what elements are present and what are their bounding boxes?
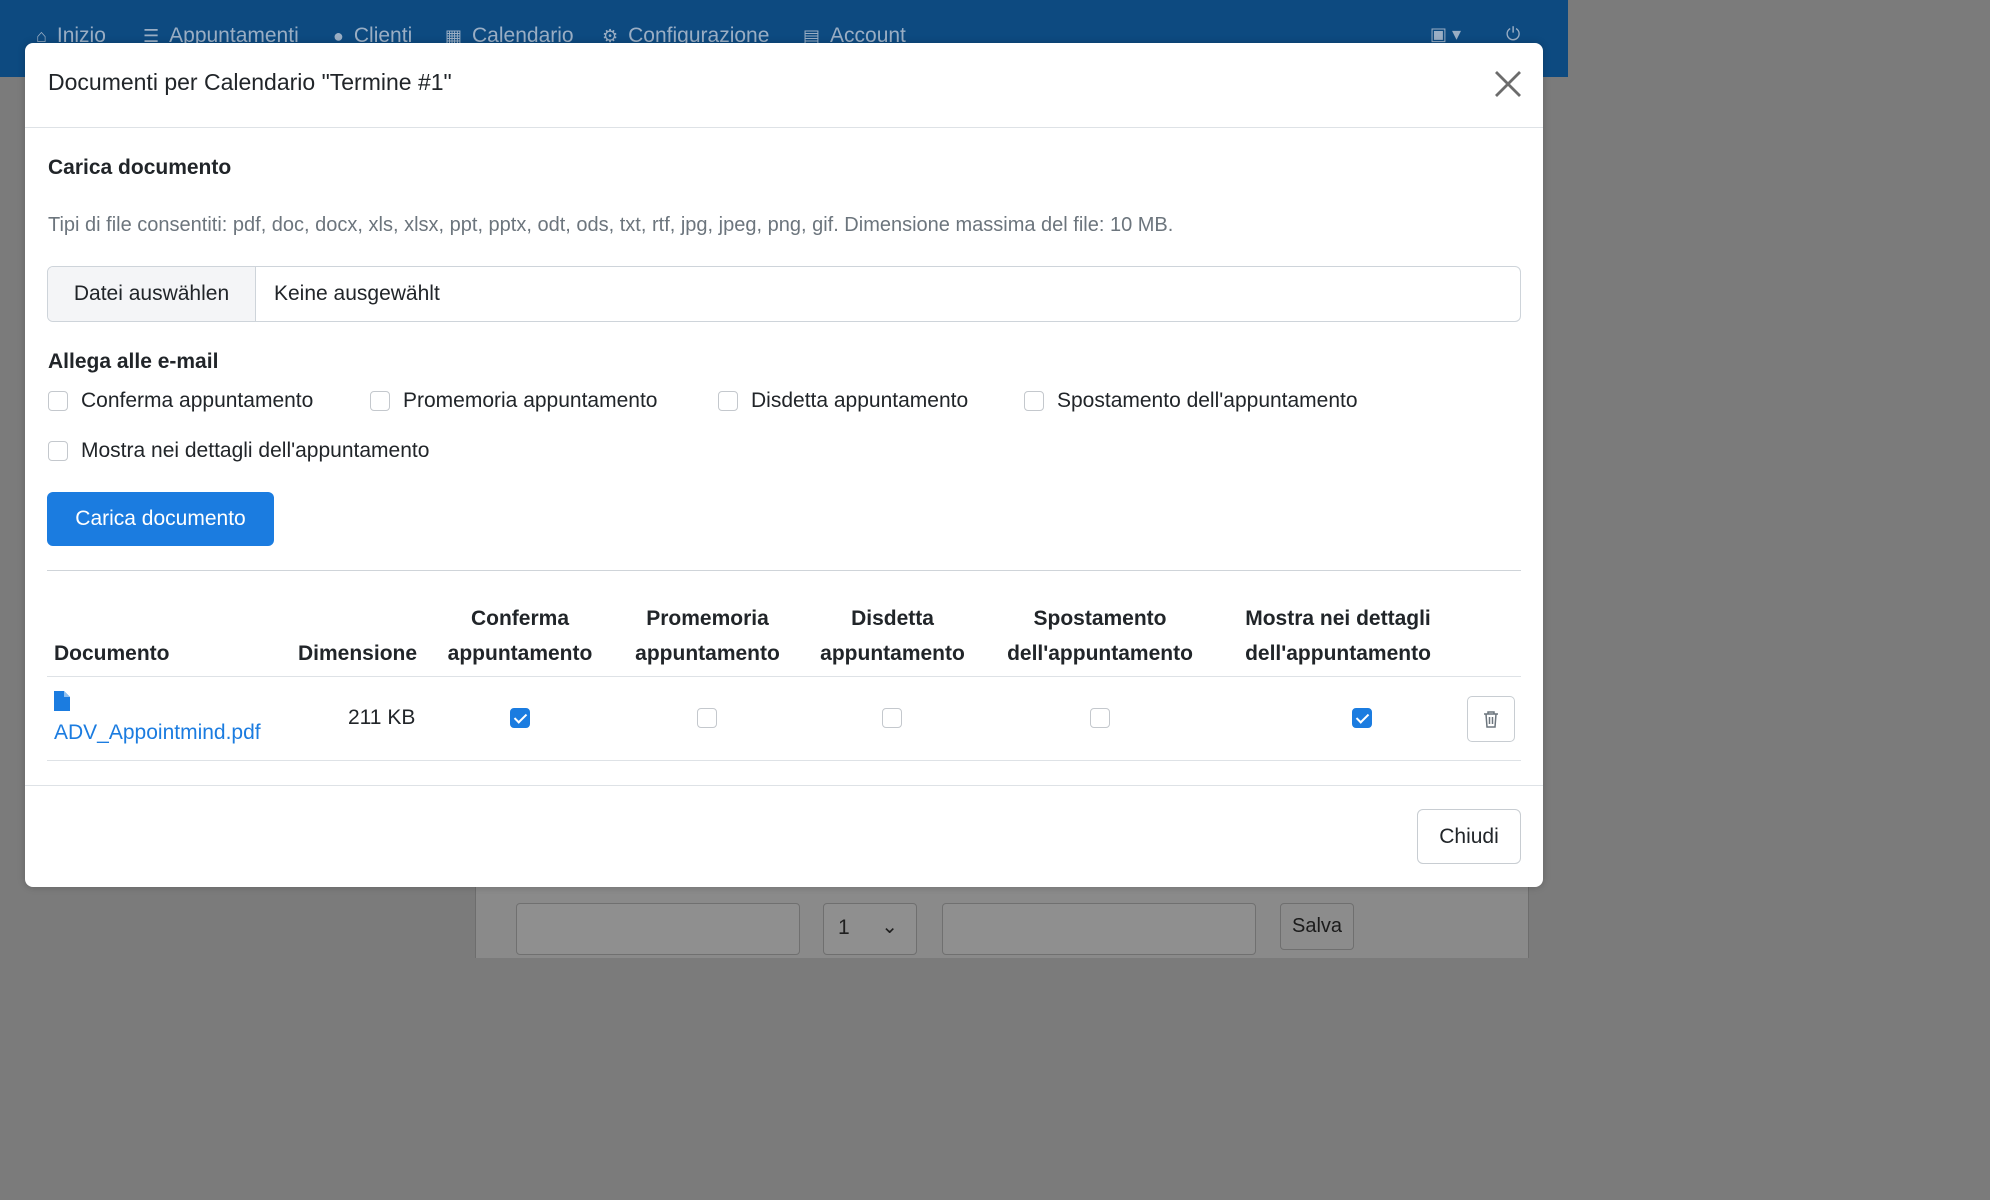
background-save-button[interactable]: Salva (1280, 903, 1354, 950)
option-disdetta[interactable]: Disdetta appuntamento (718, 389, 968, 413)
checkbox[interactable] (48, 391, 68, 411)
delete-document-button[interactable] (1467, 696, 1515, 742)
file-input[interactable]: Datei auswählen Keine ausgewählt (47, 266, 1521, 322)
file-input-value: Keine ausgewählt (274, 282, 440, 305)
upload-document-button[interactable]: Carica documento (47, 492, 274, 546)
documents-modal: Documenti per Calendario "Termine #1" Ca… (25, 43, 1543, 887)
header-mostra-dettagli: Mostra nei dettagli dell'appuntamento (1245, 607, 1431, 665)
section-divider (47, 570, 1521, 571)
document-size: 211 KB (348, 706, 416, 729)
translate-icon: ▣ ▾ (1430, 24, 1462, 44)
option-conferma[interactable]: Conferma appuntamento (48, 389, 313, 413)
checkbox[interactable] (48, 441, 68, 461)
checkbox[interactable] (370, 391, 390, 411)
row-checkbox-conferma[interactable] (510, 708, 530, 728)
row-checkbox-disdetta[interactable] (882, 708, 902, 728)
header-documento: Documento (54, 642, 170, 665)
logout-button[interactable]: ⏻ (1506, 24, 1520, 45)
chevron-down-icon: ⌄ (881, 916, 898, 938)
option-mostra-dettagli[interactable]: Mostra nei dettagli dell'appuntamento (48, 439, 429, 463)
table-row-line (47, 760, 1521, 761)
close-button[interactable]: Chiudi (1417, 809, 1521, 864)
language-switch[interactable]: ▣ ▾ (1430, 24, 1461, 45)
header-promemoria: Promemoria appuntamento (635, 607, 780, 665)
background-input-2[interactable] (942, 903, 1256, 955)
row-checkbox-mostra-dettagli[interactable] (1352, 708, 1373, 728)
row-checkbox-spostamento[interactable] (1090, 708, 1110, 728)
modal-header: Documenti per Calendario "Termine #1" (25, 43, 1543, 128)
checkbox[interactable] (1024, 391, 1044, 411)
background-select[interactable]: 1 ⌄ (823, 903, 917, 955)
modal-title: Documenti per Calendario "Termine #1" (48, 69, 452, 95)
header-conferma: Conferma appuntamento (447, 607, 593, 665)
header-dimensione: Dimensione (298, 642, 418, 665)
checkbox[interactable] (718, 391, 738, 411)
option-spostamento[interactable]: Spostamento dell'appuntamento (1024, 389, 1358, 413)
background-input[interactable] (516, 903, 800, 955)
header-spostamento: Spostamento dell'appuntamento (1007, 607, 1193, 665)
allowed-file-types-hint: Tipi di file consentiti: pdf, doc, docx,… (48, 214, 1174, 236)
file-icon (54, 691, 70, 711)
header-disdetta: Disdetta appuntamento (820, 607, 965, 665)
upload-section-title: Carica documento (48, 156, 232, 179)
row-checkbox-promemoria[interactable] (697, 708, 717, 728)
modal-close-button[interactable] (1491, 67, 1525, 101)
table-header-line (47, 676, 1521, 677)
attach-section-title: Allega alle e-mail (48, 350, 219, 373)
power-icon: ⏻ (1506, 24, 1521, 44)
document-link[interactable]: ADV_Appointmind.pdf (54, 721, 261, 745)
close-icon (1495, 71, 1521, 97)
option-promemoria[interactable]: Promemoria appuntamento (370, 389, 657, 413)
modal-footer-line (25, 785, 1543, 786)
choose-file-button[interactable]: Datei auswählen (48, 267, 256, 321)
trash-icon (1484, 711, 1498, 728)
